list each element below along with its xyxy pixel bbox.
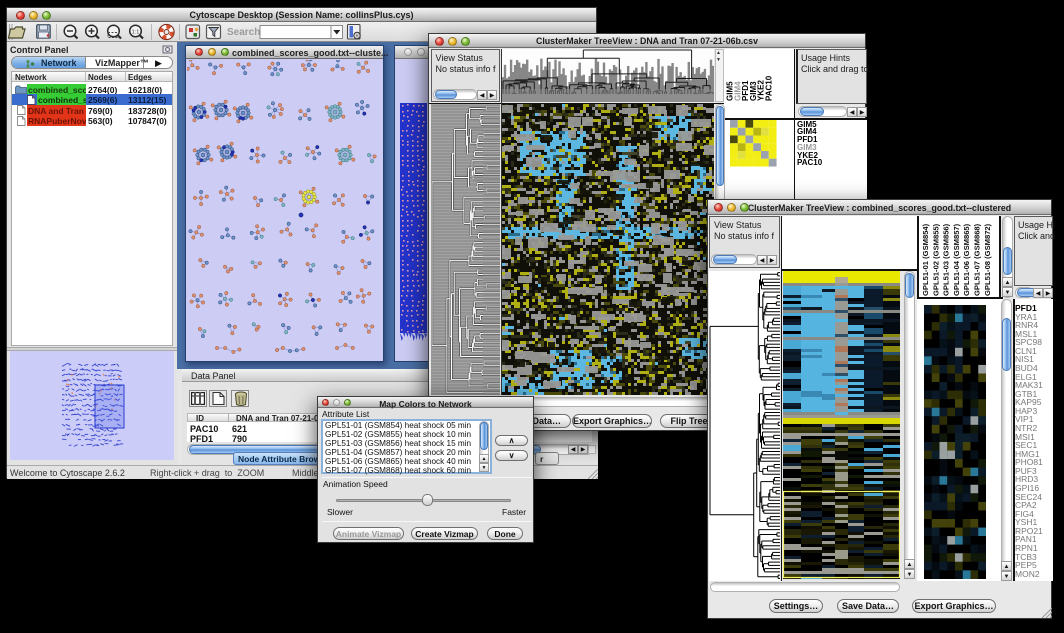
svg-text:GPL51-07 (GSM868): GPL51-07 (GSM868) [973,223,982,296]
svg-text:1:1: 1:1 [132,30,140,36]
svg-text:GPL51-03 (GSM856): GPL51-03 (GSM856) [942,223,951,296]
svg-text:GPL51-08 (GSM872): GPL51-08 (GSM872) [983,223,992,296]
svg-text:PAC10: PAC10 [764,75,773,101]
svg-text:GPL51-02 (GSM855): GPL51-02 (GSM855) [931,223,940,296]
svg-text:GPL51-04 (GSM857): GPL51-04 (GSM857) [952,223,961,296]
svg-text:GPL51-01 (GSM854): GPL51-01 (GSM854) [921,223,930,296]
svg-text:GPL51-06 (GSM865): GPL51-06 (GSM865) [962,223,971,296]
svg-text:Search:: Search: [227,27,264,38]
